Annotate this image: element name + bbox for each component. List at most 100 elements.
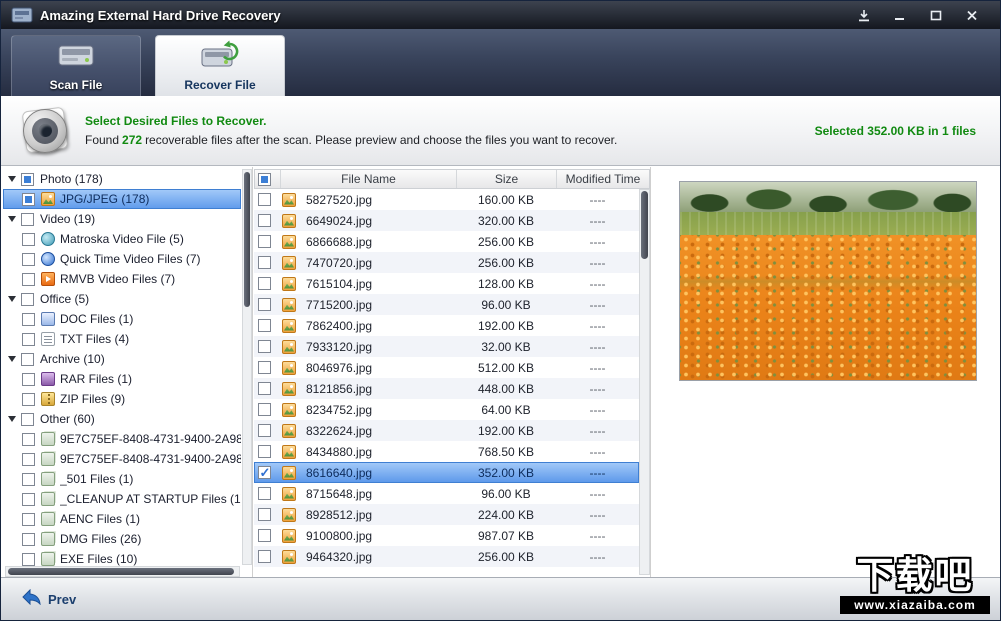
column-header-modified-time[interactable]: Modified Time <box>557 170 649 188</box>
table-row[interactable]: 7715200.jpg 96.00 KB ---- <box>254 294 639 315</box>
tree-item[interactable]: ZIP Files (9) <box>3 389 241 409</box>
tree-item[interactable]: Office (5) <box>3 289 241 309</box>
row-checkbox[interactable] <box>257 382 271 395</box>
row-checkbox[interactable] <box>257 319 271 332</box>
row-checkbox[interactable] <box>257 465 271 481</box>
item-checkbox[interactable] <box>22 332 35 346</box>
item-checkbox[interactable] <box>22 392 35 406</box>
item-checkbox[interactable] <box>22 472 35 486</box>
tree-item[interactable]: _CLEANUP AT STARTUP Files (1) <box>3 489 241 509</box>
table-row[interactable]: 8434880.jpg 768.50 KB ---- <box>254 441 639 462</box>
file-size: 128.00 KB <box>477 276 535 291</box>
row-checkbox[interactable] <box>257 424 271 437</box>
tree-item[interactable]: Photo (178) <box>3 169 241 189</box>
item-checkbox[interactable] <box>21 352 34 366</box>
row-checkbox[interactable] <box>257 340 271 353</box>
expand-arrow-icon[interactable] <box>8 176 16 182</box>
row-checkbox[interactable] <box>257 550 271 563</box>
item-checkbox[interactable] <box>22 372 35 386</box>
tree-item[interactable]: Other (60) <box>3 409 241 429</box>
row-checkbox[interactable] <box>257 403 271 416</box>
table-row[interactable]: 6866688.jpg 256.00 KB ---- <box>254 231 639 252</box>
row-checkbox[interactable] <box>257 277 271 290</box>
tree-item[interactable]: RAR Files (1) <box>3 369 241 389</box>
sidebar-horizontal-scrollbar[interactable] <box>5 566 240 577</box>
tree-item[interactable]: _501 Files (1) <box>3 469 241 489</box>
tree-item[interactable]: Quick Time Video Files (7) <box>3 249 241 269</box>
item-checkbox[interactable] <box>22 252 35 266</box>
tab-recover-file[interactable]: Recover File <box>155 35 285 96</box>
maximize-button[interactable] <box>926 7 946 23</box>
tree-item[interactable]: EXE Files (10) <box>3 549 241 566</box>
table-row[interactable]: 8234752.jpg 64.00 KB ---- <box>254 399 639 420</box>
tree-item[interactable]: DMG Files (26) <box>3 529 241 549</box>
item-checkbox[interactable] <box>21 412 34 426</box>
scrollbar-thumb[interactable] <box>8 568 234 575</box>
row-checkbox[interactable] <box>257 487 271 500</box>
tree-item[interactable]: 9E7C75EF-8408-4731-9400-2A9819D19 <box>3 449 241 469</box>
item-checkbox[interactable] <box>22 532 35 546</box>
tree-item[interactable]: Archive (10) <box>3 349 241 369</box>
row-checkbox[interactable] <box>257 193 271 206</box>
tree-item[interactable]: Video (19) <box>3 209 241 229</box>
row-checkbox[interactable] <box>257 235 271 248</box>
tree-item[interactable]: AENC Files (1) <box>3 509 241 529</box>
item-checkbox[interactable] <box>21 212 34 226</box>
table-row[interactable]: 8121856.jpg 448.00 KB ---- <box>254 378 639 399</box>
item-checkbox[interactable] <box>22 312 35 326</box>
tree-item[interactable]: Matroska Video File (5) <box>3 229 241 249</box>
column-header-file-name[interactable]: File Name <box>281 170 457 188</box>
item-checkbox[interactable] <box>22 232 35 246</box>
row-checkbox[interactable] <box>257 529 271 542</box>
row-checkbox[interactable] <box>257 214 271 227</box>
table-row[interactable]: 8928512.jpg 224.00 KB ---- <box>254 504 639 525</box>
table-row[interactable]: 5827520.jpg 160.00 KB ---- <box>254 189 639 210</box>
column-header-size[interactable]: Size <box>457 170 557 188</box>
item-checkbox[interactable] <box>21 292 34 306</box>
tab-scan-file[interactable]: Scan File <box>11 35 141 96</box>
row-checkbox[interactable] <box>257 445 271 458</box>
scrollbar-thumb[interactable] <box>244 172 250 307</box>
close-button[interactable] <box>962 7 982 23</box>
tree-item[interactable]: 9E7C75EF-8408-4731-9400-2A9819D19 <box>3 429 241 449</box>
table-row[interactable]: 8322624.jpg 192.00 KB ---- <box>254 420 639 441</box>
item-checkbox[interactable] <box>22 512 35 526</box>
expand-arrow-icon[interactable] <box>8 296 16 302</box>
tree-item[interactable]: DOC Files (1) <box>3 309 241 329</box>
item-checkbox[interactable] <box>22 272 35 286</box>
scrollbar-thumb[interactable] <box>641 191 648 259</box>
table-row[interactable]: 6649024.jpg 320.00 KB ---- <box>254 210 639 231</box>
item-checkbox[interactable] <box>21 172 34 186</box>
row-checkbox[interactable] <box>257 298 271 311</box>
tree-item[interactable]: TXT Files (4) <box>3 329 241 349</box>
item-checkbox[interactable] <box>22 432 35 446</box>
table-row[interactable]: 8715648.jpg 96.00 KB ---- <box>254 483 639 504</box>
table-row[interactable]: 9100800.jpg 987.07 KB ---- <box>254 525 639 546</box>
select-all-checkbox[interactable] <box>258 172 271 186</box>
expand-arrow-icon[interactable] <box>8 356 16 362</box>
tree-item[interactable]: RMVB Video Files (7) <box>3 269 241 289</box>
file-list-vertical-scrollbar[interactable] <box>639 189 650 575</box>
table-row[interactable]: 7615104.jpg 128.00 KB ---- <box>254 273 639 294</box>
table-row[interactable]: 8046976.jpg 512.00 KB ---- <box>254 357 639 378</box>
table-row[interactable]: 7862400.jpg 192.00 KB ---- <box>254 315 639 336</box>
minimize-button[interactable] <box>890 7 910 23</box>
table-row[interactable]: 8616640.jpg 352.00 KB ---- <box>254 462 639 483</box>
expand-arrow-icon[interactable] <box>8 216 16 222</box>
download-button[interactable] <box>854 7 874 23</box>
row-checkbox[interactable] <box>257 508 271 521</box>
row-checkbox[interactable] <box>257 256 271 269</box>
table-row[interactable]: 7933120.jpg 32.00 KB ---- <box>254 336 639 357</box>
table-row[interactable]: 7470720.jpg 256.00 KB ---- <box>254 252 639 273</box>
item-checkbox[interactable] <box>22 552 35 566</box>
table-row[interactable]: 9464320.jpg 256.00 KB ---- <box>254 546 639 567</box>
item-checkbox[interactable] <box>22 492 35 506</box>
sidebar-vertical-scrollbar[interactable] <box>242 169 252 565</box>
item-checkbox[interactable] <box>22 192 35 206</box>
scan-drive-icon <box>56 40 96 75</box>
row-checkbox[interactable] <box>257 361 271 374</box>
tree-item[interactable]: JPG/JPEG (178) <box>3 189 241 209</box>
expand-arrow-icon[interactable] <box>8 416 16 422</box>
item-checkbox[interactable] <box>22 452 35 466</box>
prev-button[interactable]: Prev <box>21 588 76 610</box>
